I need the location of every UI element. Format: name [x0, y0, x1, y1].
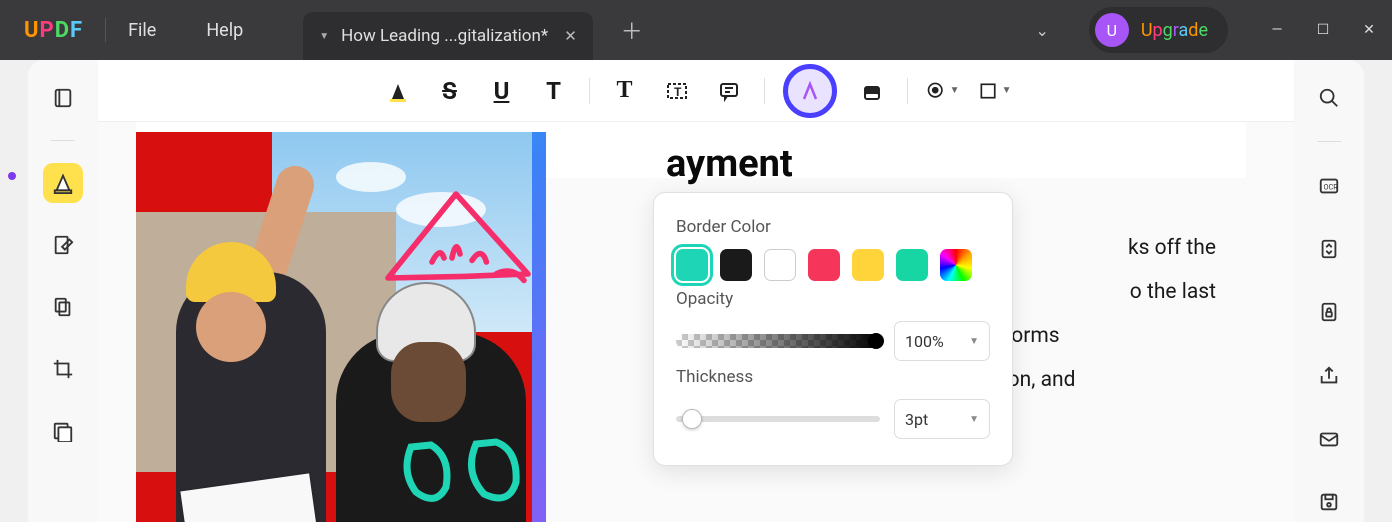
color-swatches [676, 249, 990, 281]
stamp-tool[interactable]: ▼ [926, 74, 960, 108]
search-icon[interactable] [1309, 78, 1349, 117]
organize-tool[interactable] [43, 287, 83, 327]
workspace: OCR S U T T T ▼ ▼ [28, 60, 1364, 522]
heading-fragment: ayment [666, 142, 1216, 186]
svg-text:OCR: OCR [1324, 183, 1339, 192]
image-frame [136, 132, 546, 522]
redact-tool[interactable] [43, 411, 83, 451]
edit-tool[interactable] [43, 225, 83, 265]
share-icon[interactable] [1309, 356, 1349, 395]
swatch-green[interactable] [896, 249, 928, 281]
slider-thumb[interactable] [868, 333, 884, 349]
window-minimize-icon[interactable]: ― [1254, 0, 1300, 60]
underline-tool[interactable]: U [485, 74, 519, 108]
side-indicator-dot [8, 172, 16, 180]
window-maximize-icon[interactable]: ☐ [1300, 0, 1346, 60]
swatch-black[interactable] [720, 249, 752, 281]
svg-text:T: T [674, 85, 682, 99]
freehand-annotation[interactable] [356, 182, 532, 302]
opacity-value-select[interactable]: 100%▼ [894, 321, 990, 361]
freehand-annotation[interactable] [396, 432, 532, 512]
reader-tool[interactable] [43, 78, 83, 118]
crop-tool[interactable] [43, 349, 83, 389]
highlight-tool[interactable] [381, 74, 415, 108]
strikethrough-tool[interactable]: S [433, 74, 467, 108]
thickness-value-select[interactable]: 3pt▼ [894, 399, 990, 439]
border-color-label: Border Color [676, 217, 990, 237]
opacity-label: Opacity [676, 289, 990, 309]
menu-file[interactable]: File [128, 20, 156, 41]
save-icon[interactable] [1309, 483, 1349, 522]
user-badge: U [1095, 13, 1129, 47]
shape-tool[interactable]: ▼ [978, 74, 1012, 108]
tabs-overflow-icon[interactable]: ⌄ [1035, 21, 1048, 40]
upgrade-button[interactable]: U Upgrade [1089, 7, 1228, 53]
thickness-slider[interactable] [676, 416, 880, 422]
tab-close-icon[interactable]: ✕ [564, 27, 577, 45]
pencil-style-popover: Border Color Opacity 100%▼ Thickness 3pt… [653, 192, 1013, 466]
eraser-tool[interactable] [855, 74, 889, 108]
text-tool[interactable]: T [608, 74, 642, 108]
photo [136, 132, 532, 522]
convert-icon[interactable] [1309, 230, 1349, 269]
separator [51, 140, 75, 141]
email-icon[interactable] [1309, 419, 1349, 458]
swatch-rainbow[interactable] [940, 249, 972, 281]
annotation-toolbar: S U T T T ▼ ▼ [98, 60, 1294, 122]
swatch-teal[interactable] [676, 249, 708, 281]
opacity-slider[interactable] [676, 334, 880, 348]
tab-dropdown-icon[interactable]: ▼ [319, 31, 329, 42]
title-bar: UPDF File Help ▼ How Leading ...gitaliza… [0, 0, 1392, 60]
swatch-yellow[interactable] [852, 249, 884, 281]
squiggly-tool[interactable]: T [537, 74, 571, 108]
textbox-tool[interactable]: T [660, 74, 694, 108]
left-sidebar [28, 60, 98, 522]
separator [1317, 141, 1341, 142]
document-page: ayment ks off the o the last stages. Dat… [136, 122, 1246, 178]
menu-help[interactable]: Help [206, 20, 243, 41]
right-sidebar: OCR [1294, 60, 1364, 522]
document-tab[interactable]: ▼ How Leading ...gitalization* ✕ [303, 12, 593, 60]
window-close-icon[interactable]: ✕ [1346, 0, 1392, 60]
app-logo: UPDF [24, 18, 83, 43]
tab-title: How Leading ...gitalization* [341, 26, 548, 46]
separator [105, 18, 106, 42]
upgrade-label: Upgrade [1141, 20, 1208, 41]
protect-icon[interactable] [1309, 293, 1349, 332]
separator [764, 78, 765, 104]
comment-tool[interactable] [43, 163, 83, 203]
document-viewport[interactable]: ayment ks off the o the last stages. Dat… [98, 122, 1294, 522]
thickness-label: Thickness [676, 367, 990, 387]
separator [907, 78, 908, 104]
separator [589, 78, 590, 104]
slider-thumb[interactable] [682, 409, 702, 429]
note-tool[interactable] [712, 74, 746, 108]
new-tab-button[interactable]: ＋ [621, 14, 643, 46]
pencil-tool[interactable] [783, 64, 837, 118]
ocr-icon[interactable]: OCR [1309, 166, 1349, 205]
swatch-white[interactable] [764, 249, 796, 281]
swatch-pink[interactable] [808, 249, 840, 281]
